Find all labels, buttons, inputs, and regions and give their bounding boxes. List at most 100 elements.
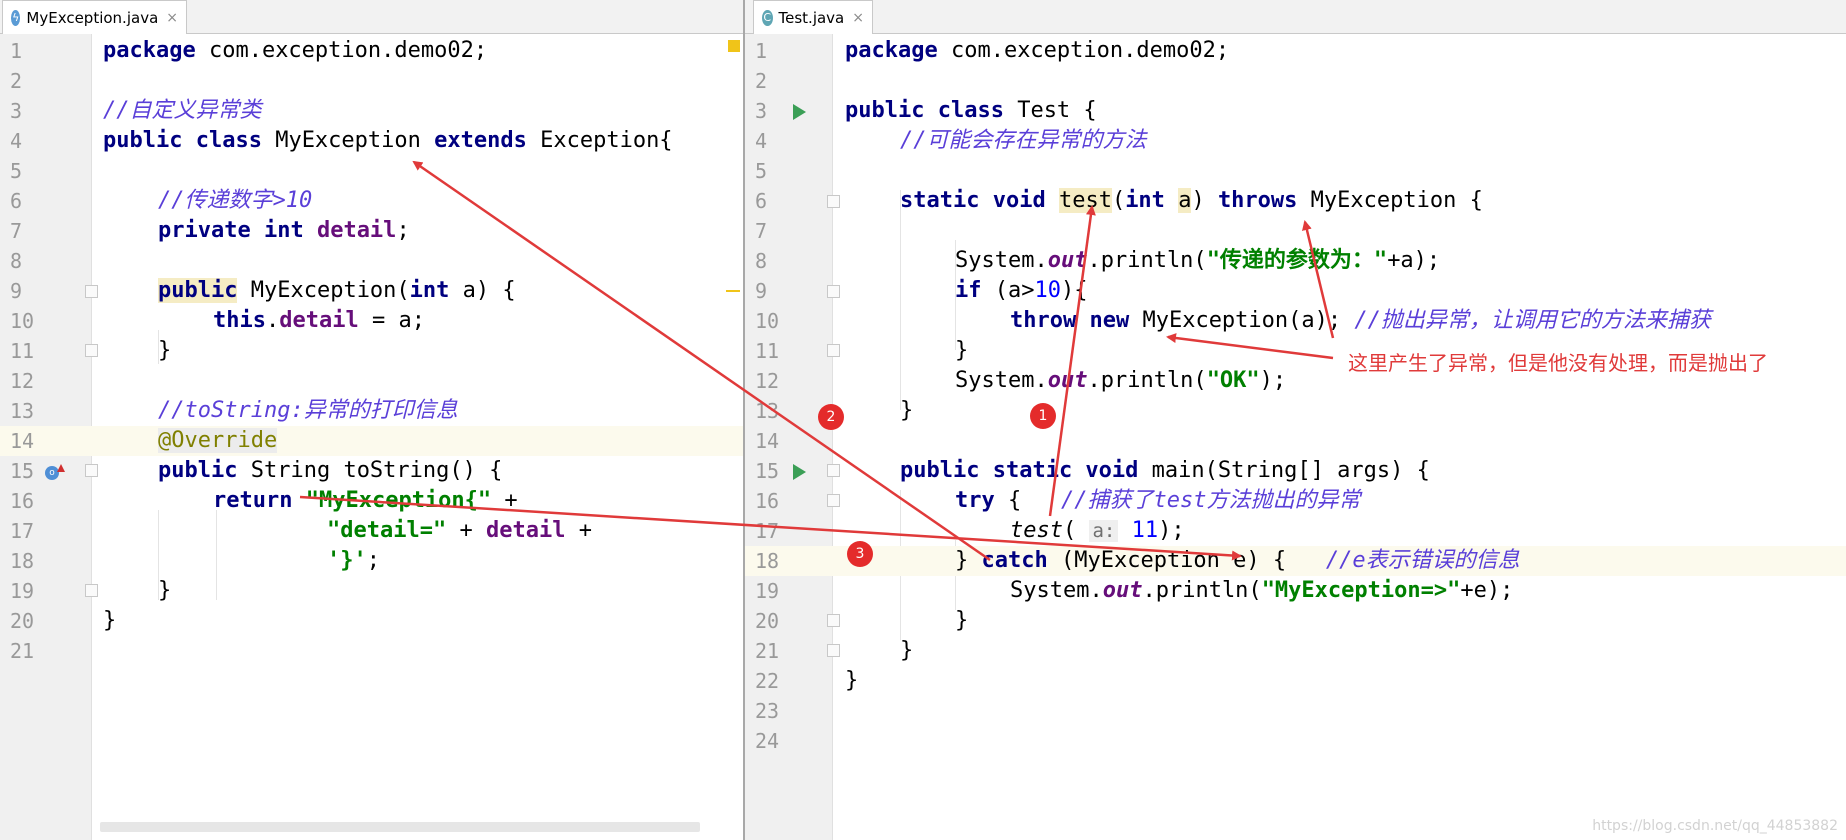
line-number: 11: [10, 339, 35, 363]
code-line[interactable]: 13 //toString:异常的打印信息: [0, 396, 743, 426]
horizontal-scrollbar[interactable]: [100, 822, 700, 832]
code-line[interactable]: 21: [0, 636, 743, 666]
tab-myexception-java[interactable]: ϟ MyException.java ×: [2, 0, 187, 34]
keyword: catch: [981, 548, 1048, 573]
code-line[interactable]: 15 public String toString() {: [0, 456, 743, 486]
code-line[interactable]: 16 try { //捕获了test方法抛出的异常: [745, 486, 1846, 516]
keyword: public: [158, 278, 238, 303]
code-line[interactable]: 19 System.out.println("MyException=>"+e)…: [745, 576, 1846, 606]
line-number: 4: [755, 129, 768, 153]
field-name: detail: [279, 308, 359, 333]
code-line[interactable]: 8 System.out.println("传递的参数为："+a);: [745, 246, 1846, 276]
field-name: detail: [485, 518, 566, 543]
code-line[interactable]: 10 this.detail = a;: [0, 306, 743, 336]
code-line[interactable]: 11 }: [0, 336, 743, 366]
code-line[interactable]: 9 public MyException(int a) {: [0, 276, 743, 306]
code-text: throw new MyException(a); //抛出异常，让调用它的方法…: [845, 306, 1711, 336]
code-line-current[interactable]: 14 @Override: [0, 426, 743, 456]
code-line[interactable]: 14: [745, 426, 1846, 456]
line-number: 17: [10, 519, 35, 543]
code-line[interactable]: 8: [0, 246, 743, 276]
code-line[interactable]: 17 "detail=" + detail +: [0, 516, 743, 546]
class-name: MyException: [261, 128, 435, 153]
keyword: public class: [845, 98, 1004, 123]
line-number: 2: [10, 69, 23, 93]
code-line[interactable]: 1 package com.exception.demo02;: [0, 36, 743, 66]
code-token: MyException(a);: [1129, 308, 1355, 333]
code-line[interactable]: 9 if (a>10){: [745, 276, 1846, 306]
line-number: 19: [10, 579, 35, 603]
line-number: 10: [755, 309, 780, 333]
code-line[interactable]: 4 public class MyException extends Excep…: [0, 126, 743, 156]
line-number: 23: [755, 699, 780, 723]
parameter: a: [1178, 188, 1192, 213]
tab-test-java[interactable]: C Test.java ×: [753, 0, 873, 34]
step-badge-2: 2: [818, 404, 844, 430]
code-line[interactable]: 5: [0, 156, 743, 186]
code-token: = a;: [358, 308, 425, 333]
code-line[interactable]: 1 package com.exception.demo02;: [745, 36, 1846, 66]
line-number: 5: [755, 159, 768, 183]
code-line[interactable]: 16 return "MyException{" +: [0, 486, 743, 516]
code-line[interactable]: 6 static void test(int a) throws MyExcep…: [745, 186, 1846, 216]
code-line[interactable]: 7: [745, 216, 1846, 246]
right-editor-pane: C Test.java × 1 package com.exception.de…: [745, 0, 1846, 840]
code-line[interactable]: 7 private int detail;: [0, 216, 743, 246]
comment: //可能会存在异常的方法: [900, 128, 1147, 153]
field-name: detail: [316, 218, 397, 243]
method-call: test: [1010, 518, 1063, 543]
code-line[interactable]: 3 //自定义异常类: [0, 96, 743, 126]
code-line[interactable]: 12: [0, 366, 743, 396]
code-token: System.: [955, 368, 1048, 393]
close-icon[interactable]: ×: [166, 10, 178, 26]
code-text: try { //捕获了test方法抛出的异常: [845, 486, 1360, 516]
code-line[interactable]: 21 }: [745, 636, 1846, 666]
code-token: System.: [955, 248, 1048, 273]
code-line[interactable]: 15 public static void main(String[] args…: [745, 456, 1846, 486]
code-token: +a);: [1387, 248, 1441, 273]
line-number: 24: [755, 729, 780, 753]
code-line[interactable]: 20 }: [0, 606, 743, 636]
code-line-current[interactable]: 18 } catch (MyException e) { //e表示错误的信息: [745, 546, 1846, 576]
keyword: int: [409, 278, 450, 303]
code-token: .println(: [1142, 578, 1262, 603]
code-token: Test {: [1003, 98, 1097, 123]
code-line[interactable]: 4 //可能会存在异常的方法: [745, 126, 1846, 156]
number-literal: 10: [1034, 278, 1061, 303]
code-line[interactable]: 6 //传递数字>10: [0, 186, 743, 216]
keyword: this: [213, 308, 266, 333]
line-number: 5: [10, 159, 23, 183]
number-literal: 11: [1118, 518, 1159, 543]
code-line[interactable]: 5: [745, 156, 1846, 186]
code-line[interactable]: 24: [745, 726, 1846, 756]
code-text: static void test(int a) throws MyExcepti…: [845, 186, 1483, 216]
code-line[interactable]: 23: [745, 696, 1846, 726]
code-line[interactable]: 19 }: [0, 576, 743, 606]
code-text: System.out.println("OK");: [845, 366, 1286, 396]
code-text: private int detail;: [103, 216, 410, 246]
left-tab-bar: ϟ MyException.java ×: [0, 0, 743, 34]
code-line[interactable]: 22 }: [745, 666, 1846, 696]
line-number: 6: [755, 189, 768, 213]
code-text: System.out.println("传递的参数为："+a);: [845, 246, 1440, 276]
string-literal: "detail=": [327, 518, 447, 543]
code-line[interactable]: 17 test( a: 11);: [745, 516, 1846, 546]
code-text: if (a>10){: [845, 276, 1087, 306]
code-line[interactable]: 2: [0, 66, 743, 96]
code-text: }: [103, 608, 117, 633]
code-line[interactable]: 3 public class Test {: [745, 96, 1846, 126]
close-icon[interactable]: ×: [852, 10, 864, 26]
code-line[interactable]: 20 }: [745, 606, 1846, 636]
comment: //捕获了test方法抛出的异常: [1060, 488, 1361, 513]
line-number: 6: [10, 189, 23, 213]
code-line[interactable]: 18 '}';: [0, 546, 743, 576]
code-line[interactable]: 13 }: [745, 396, 1846, 426]
code-text: } catch (MyException e) { //e表示错误的信息: [845, 546, 1520, 576]
line-number: 7: [10, 219, 23, 243]
line-number: 12: [755, 369, 780, 393]
code-line[interactable]: 10 throw new MyException(a); //抛出异常，让调用它…: [745, 306, 1846, 336]
code-token: }: [955, 548, 982, 573]
code-line[interactable]: 2: [745, 66, 1846, 96]
code-text: public class MyException extends Excepti…: [103, 126, 673, 156]
